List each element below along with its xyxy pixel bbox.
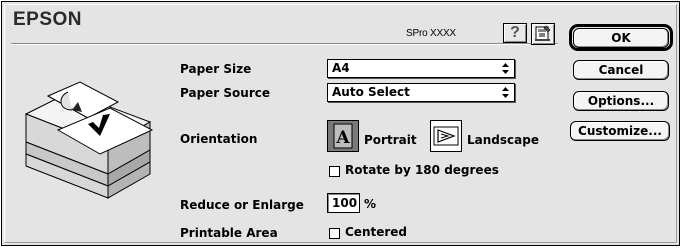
customize-button[interactable]: Customize... bbox=[570, 121, 670, 141]
reduce-enlarge-input[interactable]: 100 bbox=[327, 193, 360, 213]
help-icon: ? bbox=[510, 24, 520, 41]
orientation-label: Orientation bbox=[180, 132, 258, 146]
landscape-orientation-button[interactable] bbox=[430, 120, 462, 152]
paper-source-label: Paper Source bbox=[180, 86, 270, 100]
centered-checkbox[interactable] bbox=[329, 228, 340, 239]
printable-area-label: Printable Area bbox=[180, 226, 278, 240]
cancel-button[interactable]: Cancel bbox=[573, 60, 669, 80]
printer-utility-icon bbox=[535, 25, 551, 41]
options-button[interactable]: Options... bbox=[573, 91, 669, 111]
portrait-orientation-button[interactable]: A bbox=[327, 120, 359, 152]
centered-label[interactable]: Centered bbox=[345, 225, 407, 239]
brand-logo: EPSON bbox=[13, 9, 83, 30]
popup-arrows-icon bbox=[502, 63, 509, 74]
page-setup-dialog: EPSON SPro XXXX ? Paper Size Paper Sourc… bbox=[1, 1, 680, 246]
paper-source-select[interactable]: Auto Select bbox=[327, 83, 515, 102]
rotate-180-checkbox[interactable] bbox=[329, 166, 340, 177]
reduce-enlarge-label: Reduce or Enlarge bbox=[180, 198, 304, 212]
landscape-page-icon bbox=[433, 126, 459, 146]
rotate-180-label[interactable]: Rotate by 180 degrees bbox=[345, 163, 499, 177]
percent-unit: % bbox=[364, 197, 377, 211]
header-divider bbox=[11, 43, 558, 45]
portrait-label[interactable]: Portrait bbox=[364, 133, 417, 147]
popup-arrows-icon bbox=[502, 87, 509, 98]
printer-utility-button[interactable] bbox=[531, 23, 555, 45]
paper-source-value: Auto Select bbox=[332, 85, 410, 99]
printer-illustration bbox=[24, 81, 154, 199]
landscape-label[interactable]: Landscape bbox=[467, 133, 539, 147]
paper-size-label: Paper Size bbox=[180, 62, 252, 76]
printer-model-label: SPro XXXX bbox=[406, 28, 456, 39]
paper-size-select[interactable]: A4 bbox=[327, 59, 515, 78]
paper-size-value: A4 bbox=[332, 61, 350, 75]
portrait-page-icon: A bbox=[333, 123, 353, 149]
portrait-glyph: A bbox=[335, 128, 350, 148]
help-button[interactable]: ? bbox=[503, 23, 527, 43]
ok-button[interactable]: OK bbox=[573, 28, 669, 48]
